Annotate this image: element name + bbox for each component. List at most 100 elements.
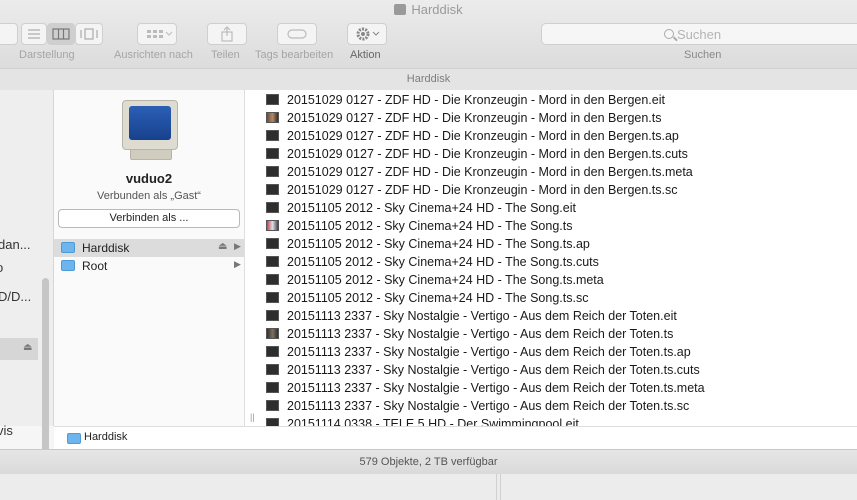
view-icon-button[interactable] [0, 23, 18, 45]
file-icon [266, 166, 279, 177]
share-button[interactable] [207, 23, 247, 45]
file-row[interactable]: 20151114 0338 - TELE 5 HD - Der Swimming… [245, 415, 857, 426]
file-name: 20151113 2337 - Sky Nostalgie - Vertigo … [287, 363, 700, 377]
eject-icon[interactable]: ⏏ [218, 241, 227, 252]
arrange-label: Ausrichten nach [114, 49, 193, 61]
path-title-bar: Harddisk [0, 68, 857, 91]
file-name: 20151105 2012 - Sky Cinema+24 HD - The S… [287, 237, 590, 251]
columns-icon [52, 28, 70, 40]
gear-icon [356, 27, 380, 41]
sidebar-item[interactable]: dan... [0, 237, 31, 252]
file-name: 20151113 2337 - Sky Nostalgie - Vertigo … [287, 327, 674, 341]
file-icon [266, 382, 279, 393]
column-resize-handle[interactable]: || [250, 412, 255, 422]
connect-as-button[interactable]: Verbinden als ... [58, 209, 240, 228]
shared-folder-icon [61, 260, 75, 271]
action-button[interactable] [347, 23, 387, 45]
file-row[interactable]: 20151105 2012 - Sky Cinema+24 HD - The S… [245, 217, 857, 235]
file-icon [266, 346, 279, 357]
sidebar-item[interactable]: o [0, 260, 3, 275]
file-row[interactable]: 20151105 2012 - Sky Cinema+24 HD - The S… [245, 289, 857, 307]
view-list-button[interactable] [21, 23, 47, 45]
file-name: 20151113 2337 - Sky Nostalgie - Vertigo … [287, 345, 691, 359]
list-icon [28, 29, 40, 39]
file-icon [266, 202, 279, 213]
file-row[interactable]: 20151113 2337 - Sky Nostalgie - Vertigo … [245, 307, 857, 325]
file-icon [266, 274, 279, 285]
divider [496, 474, 497, 500]
status-bar: 579 Objekte, 2 TB verfügbar [0, 449, 857, 474]
file-name: 20151029 0127 - ZDF HD - Die Kronzeugin … [287, 111, 662, 125]
tag-icon [287, 29, 307, 39]
file-icon [266, 220, 279, 231]
file-name: 20151105 2012 - Sky Cinema+24 HD - The S… [287, 255, 599, 269]
file-name: 20151105 2012 - Sky Cinema+24 HD - The S… [287, 219, 573, 233]
shared-folder-icon [61, 242, 75, 253]
file-name: 20151029 0127 - ZDF HD - Die Kronzeugin … [287, 165, 693, 179]
server-column: vuduo2 Verbunden als „Gast“ Verbinden al… [54, 90, 245, 426]
sidebar-scrollbar[interactable] [42, 278, 49, 474]
share-icon [221, 26, 233, 42]
arrange-grid-icon [147, 30, 173, 38]
path-bar-item[interactable]: Harddisk [84, 431, 127, 443]
darstellung-label: Darstellung [19, 49, 75, 61]
file-row[interactable]: 20151113 2337 - Sky Nostalgie - Vertigo … [245, 361, 857, 379]
file-name: 20151114 0338 - TELE 5 HD - Der Swimming… [287, 417, 579, 426]
arrange-button[interactable] [137, 23, 177, 45]
file-icon [266, 112, 279, 123]
file-icon [266, 292, 279, 303]
share-item-root[interactable]: Root ▶ [54, 257, 244, 275]
sidebar-item[interactable]: vis [0, 423, 13, 438]
chevron-right-icon: ▶ [234, 259, 241, 269]
share-label: Harddisk [82, 241, 130, 255]
file-row[interactable]: 20151113 2337 - Sky Nostalgie - Vertigo … [245, 397, 857, 415]
coverflow-icon [80, 28, 98, 40]
file-name: 20151113 2337 - Sky Nostalgie - Vertigo … [287, 309, 677, 323]
file-row[interactable]: 20151105 2012 - Sky Cinema+24 HD - The S… [245, 235, 857, 253]
shared-folder-icon [67, 433, 81, 444]
file-row[interactable]: 20151105 2012 - Sky Cinema+24 HD - The S… [245, 199, 857, 217]
file-row[interactable]: 20151113 2337 - Sky Nostalgie - Vertigo … [245, 343, 857, 361]
file-row[interactable]: 20151029 0127 - ZDF HD - Die Kronzeugin … [245, 109, 857, 127]
file-name: 20151113 2337 - Sky Nostalgie - Vertigo … [287, 381, 705, 395]
file-row[interactable]: 20151105 2012 - Sky Cinema+24 HD - The S… [245, 253, 857, 271]
search-field[interactable]: Suchen [541, 23, 857, 45]
file-row[interactable]: 20151029 0127 - ZDF HD - Die Kronzeugin … [245, 181, 857, 199]
search-placeholder: Suchen [677, 27, 722, 42]
file-row[interactable]: 20151029 0127 - ZDF HD - Die Kronzeugin … [245, 145, 857, 163]
file-column: 20151029 0127 - ZDF HD - Die Kronzeugin … [245, 90, 857, 426]
file-row[interactable]: 20151029 0127 - ZDF HD - Die Kronzeugin … [245, 91, 857, 109]
file-icon [266, 184, 279, 195]
search-label: Suchen [684, 49, 722, 61]
file-icon [266, 130, 279, 141]
file-name: 20151105 2012 - Sky Cinema+24 HD - The S… [287, 291, 589, 305]
file-icon [266, 94, 279, 105]
file-name: 20151029 0127 - ZDF HD - Die Kronzeugin … [287, 147, 688, 161]
file-icon [266, 148, 279, 159]
view-coverflow-button[interactable] [75, 23, 103, 45]
file-icon [266, 400, 279, 411]
file-row[interactable]: 20151029 0127 - ZDF HD - Die Kronzeugin … [245, 163, 857, 181]
view-columns-button[interactable] [47, 23, 75, 45]
file-icon [266, 364, 279, 375]
file-icon [266, 238, 279, 249]
eject-icon[interactable]: ⏏ [23, 342, 32, 353]
sidebar-item[interactable]: D/D... [0, 289, 31, 304]
file-row[interactable]: 20151105 2012 - Sky Cinema+24 HD - The S… [245, 271, 857, 289]
file-row[interactable]: 20151113 2337 - Sky Nostalgie - Vertigo … [245, 325, 857, 343]
file-name: 20151029 0127 - ZDF HD - Die Kronzeugin … [287, 93, 665, 107]
window-title: Harddisk [0, 2, 857, 17]
server-name: vuduo2 [125, 171, 173, 186]
tags-button[interactable] [277, 23, 317, 45]
file-row[interactable]: 20151029 0127 - ZDF HD - Die Kronzeugin … [245, 127, 857, 145]
sidebar-item-selected[interactable]: ⏏ [0, 338, 38, 360]
share-item-harddisk[interactable]: Harddisk ⏏ ▶ [54, 239, 244, 257]
search-icon [664, 29, 674, 39]
file-name: 20151029 0127 - ZDF HD - Die Kronzeugin … [287, 129, 679, 143]
file-row[interactable]: 20151113 2337 - Sky Nostalgie - Vertigo … [245, 379, 857, 397]
action-label: Aktion [350, 49, 381, 61]
sidebar: dan... o D/D... ⏏ vis [0, 90, 54, 474]
tags-label: Tags bearbeiten [255, 49, 334, 61]
harddisk-icon [394, 4, 407, 15]
path-bar: Harddisk [54, 426, 857, 450]
